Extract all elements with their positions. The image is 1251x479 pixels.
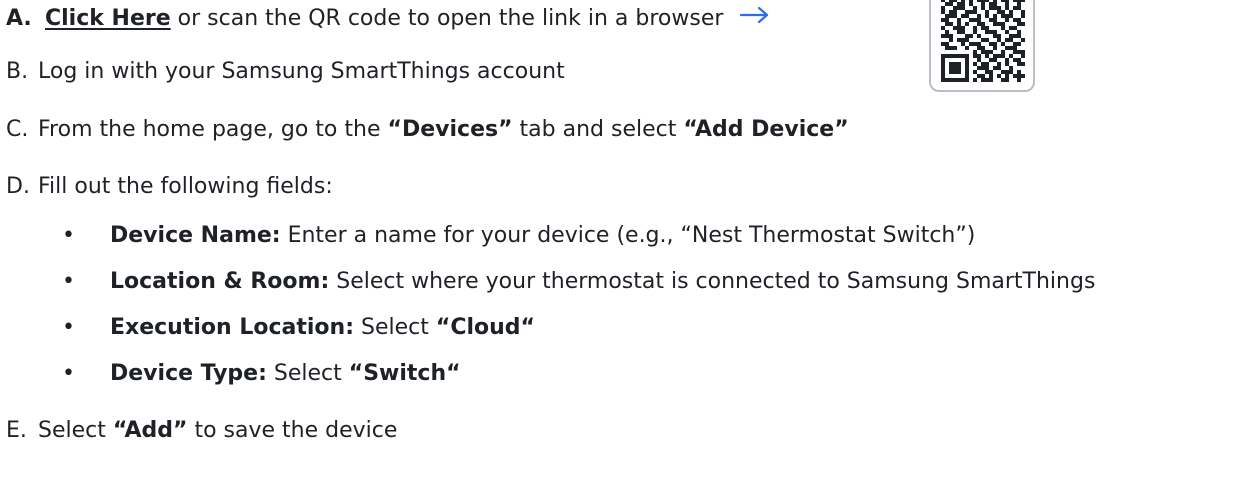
step-e-marker: E. [6, 418, 27, 443]
field-execution-location: • Execution Location: Select “Cloud“ [62, 313, 535, 343]
field-label: Device Name: [110, 223, 281, 248]
field-label: Execution Location: [110, 315, 354, 340]
step-e: E. Select “Add” to save the device [6, 416, 397, 446]
bullet-icon: • [62, 223, 75, 248]
step-d-marker: D. [6, 174, 30, 199]
qr-code-icon [941, 0, 1025, 82]
field-value: “Cloud“ [435, 315, 535, 340]
devices-tab-label: “Devices” [387, 117, 513, 142]
field-device-type: • Device Type: Select “Switch“ [62, 359, 461, 389]
field-text: Enter a name for your device (e.g., “Nes… [280, 223, 976, 248]
field-label: Location & Room: [110, 269, 330, 294]
step-b-text: Log in with your Samsung SmartThings acc… [38, 59, 565, 84]
step-e-text-1: Select [38, 418, 113, 443]
field-value: “Switch“ [348, 361, 461, 386]
step-c-marker: C. [6, 117, 29, 142]
step-a-marker: A. [6, 6, 32, 31]
click-here-link[interactable]: Click Here [45, 6, 171, 31]
field-text: Select [354, 315, 436, 340]
field-label: Device Type: [110, 361, 267, 386]
field-text: Select where your thermostat is connecte… [329, 269, 1096, 294]
add-label: “Add” [112, 418, 188, 443]
step-d-text: Fill out the following fields: [38, 174, 333, 199]
bullet-icon: • [62, 315, 75, 340]
qr-code-card[interactable] [929, 0, 1035, 92]
step-b: B. Log in with your Samsung SmartThings a… [6, 57, 565, 87]
bullet-icon: • [62, 269, 75, 294]
step-e-text-2: to save the device [187, 418, 398, 443]
field-text: Select [266, 361, 349, 386]
step-c: C. From the home page, go to the “Devices… [6, 115, 849, 145]
field-location-room: • Location & Room: Select where your ther… [62, 267, 1095, 297]
field-device-name: • Device Name: Enter a name for your devi… [62, 221, 975, 251]
step-c-text-2: tab and select [512, 117, 684, 142]
step-d: D. Fill out the following fields: [6, 172, 333, 202]
add-device-label: “Add Device” [683, 117, 849, 142]
step-a-text: or scan the QR code to open the link in … [170, 6, 724, 31]
step-b-marker: B. [6, 59, 29, 84]
step-a: A. Click Here or scan the QR code to ope… [6, 4, 770, 34]
step-c-text-1: From the home page, go to the [38, 117, 388, 142]
bullet-icon: • [62, 361, 75, 386]
arrow-right-icon [740, 3, 770, 33]
